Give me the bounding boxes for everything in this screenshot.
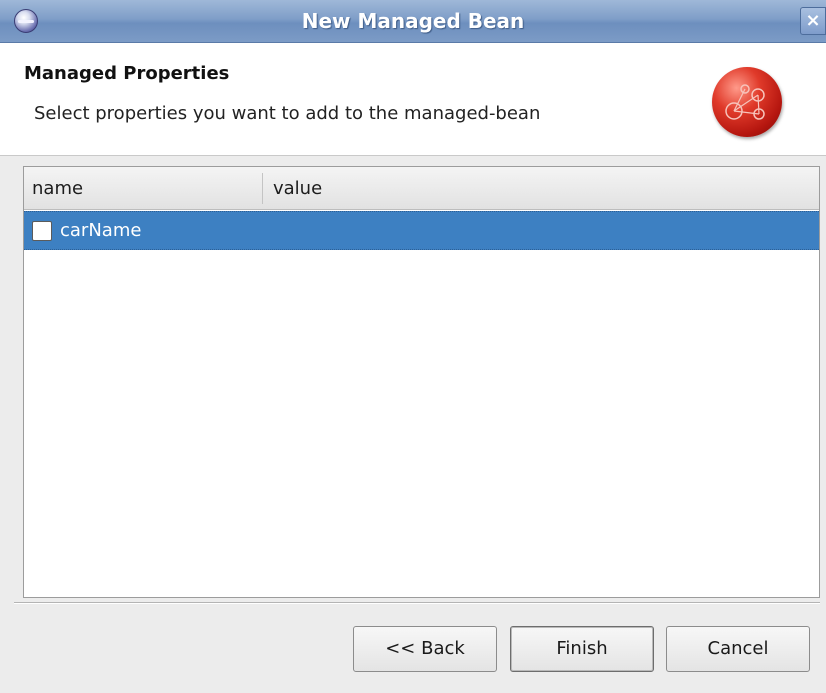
wizard-header: Managed Properties Select properties you… [0, 43, 826, 156]
row-checkbox[interactable] [32, 221, 52, 241]
page-title: Managed Properties [24, 63, 230, 84]
close-button[interactable]: × [800, 7, 826, 35]
table-header: name value [24, 167, 819, 210]
title-bar: New Managed Bean × [0, 0, 826, 43]
table-row[interactable]: carName [24, 211, 819, 250]
column-divider[interactable] [262, 173, 263, 204]
footer-separator [14, 602, 820, 604]
row-name-cell: carName [60, 220, 142, 241]
column-header-value[interactable]: value [273, 167, 773, 210]
finish-button[interactable]: Finish [510, 626, 654, 672]
back-button[interactable]: << Back [353, 626, 497, 672]
column-header-name[interactable]: name [32, 167, 262, 210]
properties-table[interactable]: name value carName [23, 166, 820, 598]
window-title: New Managed Bean [301, 9, 525, 33]
wizard-body: name value carName << Back Finish Cancel [0, 156, 826, 693]
cancel-button[interactable]: Cancel [666, 626, 810, 672]
page-description: Select properties you want to add to the… [34, 103, 541, 124]
wizard-logo-icon [712, 67, 782, 137]
